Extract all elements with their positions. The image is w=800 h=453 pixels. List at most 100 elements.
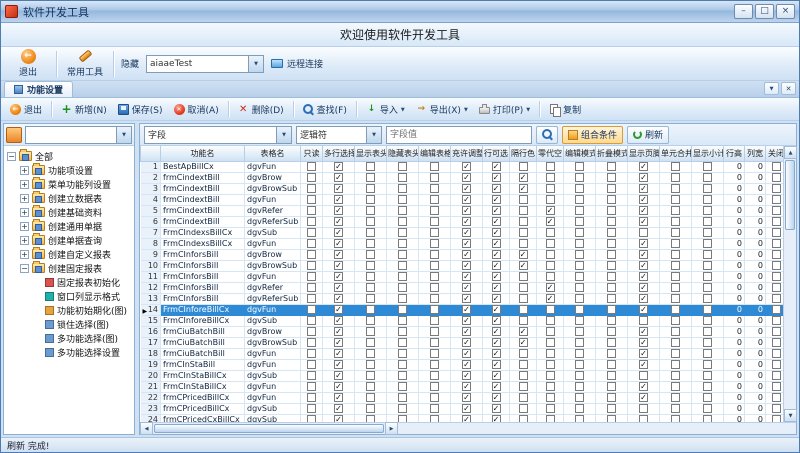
checkbox[interactable] [430, 283, 439, 292]
column-header[interactable]: 单元合并 [660, 146, 692, 161]
checkbox[interactable] [334, 415, 343, 423]
checkbox[interactable] [462, 404, 471, 413]
checkbox[interactable] [607, 239, 616, 248]
checkbox[interactable] [639, 294, 648, 303]
exit-button[interactable]: 退出 [5, 101, 47, 118]
column-header[interactable]: 充许调整 [451, 146, 483, 161]
checkbox[interactable] [607, 184, 616, 193]
checkbox[interactable] [607, 294, 616, 303]
checkbox[interactable] [398, 228, 407, 237]
column-header[interactable]: 表格名 [245, 146, 301, 161]
checkbox[interactable] [639, 195, 648, 204]
checkbox[interactable] [430, 371, 439, 380]
checkbox[interactable] [519, 393, 528, 402]
chevron-down-icon[interactable] [116, 127, 131, 143]
checkbox[interactable] [307, 283, 316, 292]
checkbox[interactable] [703, 184, 712, 193]
checkbox[interactable] [398, 338, 407, 347]
horizontal-scrollbar[interactable] [140, 422, 796, 434]
column-header[interactable]: 显示表头 [355, 146, 387, 161]
checkbox[interactable] [772, 195, 781, 204]
checkbox[interactable] [575, 206, 584, 215]
import-button[interactable]: 导入 [361, 101, 410, 118]
checkbox[interactable] [462, 415, 471, 423]
checkbox[interactable] [462, 393, 471, 402]
checkbox[interactable] [575, 250, 584, 259]
checkbox[interactable] [703, 283, 712, 292]
checkbox[interactable] [639, 239, 648, 248]
checkbox[interactable] [519, 217, 528, 226]
checkbox[interactable] [307, 338, 316, 347]
column-header[interactable]: 编辑表格 [419, 146, 451, 161]
checkbox[interactable] [703, 415, 712, 423]
checkbox[interactable] [462, 206, 471, 215]
checkbox[interactable] [607, 173, 616, 182]
checkbox[interactable] [575, 195, 584, 204]
checkbox[interactable] [703, 173, 712, 182]
checkbox[interactable] [703, 305, 712, 314]
checkbox[interactable] [575, 294, 584, 303]
checkbox[interactable] [772, 261, 781, 270]
table-row[interactable]: 15FrmCInforeBillCxdgvSub00 [141, 315, 784, 326]
checkbox[interactable] [546, 239, 555, 248]
checkbox[interactable] [703, 316, 712, 325]
cancel-button[interactable]: 取消(A) [169, 101, 224, 118]
tree-item[interactable]: 创建基础资料 [7, 205, 134, 219]
checkbox[interactable] [703, 217, 712, 226]
checkbox[interactable] [703, 393, 712, 402]
checkbox[interactable] [462, 371, 471, 380]
checkbox[interactable] [703, 206, 712, 215]
checkbox[interactable] [703, 250, 712, 259]
checkbox[interactable] [334, 272, 343, 281]
checkbox[interactable] [546, 261, 555, 270]
checkbox[interactable] [703, 162, 712, 171]
checkbox[interactable] [519, 305, 528, 314]
checkbox[interactable] [519, 294, 528, 303]
checkbox[interactable] [430, 316, 439, 325]
horizontal-scrollbar-thumb[interactable] [154, 424, 384, 433]
checkbox[interactable] [703, 382, 712, 391]
checkbox[interactable] [639, 404, 648, 413]
vertical-scrollbar-thumb[interactable] [785, 160, 795, 230]
checkbox[interactable] [492, 371, 501, 380]
export-button[interactable]: 导出(X) [411, 101, 473, 118]
checkbox[interactable] [398, 184, 407, 193]
checkbox[interactable] [462, 316, 471, 325]
checkbox[interactable] [462, 382, 471, 391]
checkbox[interactable] [703, 327, 712, 336]
checkbox[interactable] [639, 283, 648, 292]
checkbox[interactable] [398, 195, 407, 204]
checkbox[interactable] [430, 217, 439, 226]
checkbox[interactable] [366, 250, 375, 259]
checkbox[interactable] [366, 272, 375, 281]
checkbox[interactable] [519, 415, 528, 423]
checkbox[interactable] [546, 305, 555, 314]
checkbox[interactable] [334, 184, 343, 193]
checkbox[interactable] [703, 338, 712, 347]
checkbox[interactable] [398, 349, 407, 358]
chevron-down-icon[interactable] [464, 104, 468, 114]
column-header[interactable]: 零代空 [537, 146, 564, 161]
table-row[interactable]: 23frmCPricedBillCxdgvSub00 [141, 403, 784, 414]
checkbox[interactable] [366, 206, 375, 215]
table-row[interactable]: 9FrmCInforsBilldgvBrow00 [141, 249, 784, 260]
checkbox[interactable] [575, 173, 584, 182]
field-value-input[interactable] [386, 126, 532, 144]
checkbox[interactable] [366, 184, 375, 193]
table-row[interactable]: 11FrmCInforsBilldgvFun00 [141, 271, 784, 282]
checkbox[interactable] [772, 316, 781, 325]
checkbox[interactable] [334, 173, 343, 182]
checkbox[interactable] [430, 294, 439, 303]
checkbox[interactable] [546, 195, 555, 204]
checkbox[interactable] [430, 239, 439, 248]
minimize-button[interactable]: – [734, 4, 753, 19]
checkbox[interactable] [607, 217, 616, 226]
checkbox[interactable] [307, 327, 316, 336]
checkbox[interactable] [607, 316, 616, 325]
checkbox[interactable] [575, 217, 584, 226]
checkbox[interactable] [772, 173, 781, 182]
checkbox[interactable] [671, 228, 680, 237]
tree-item[interactable]: 菜单功能列设置 [7, 177, 134, 191]
table-row[interactable]: 12FrmCInforsBilldgvRefer00 [141, 282, 784, 293]
checkbox[interactable] [492, 305, 501, 314]
